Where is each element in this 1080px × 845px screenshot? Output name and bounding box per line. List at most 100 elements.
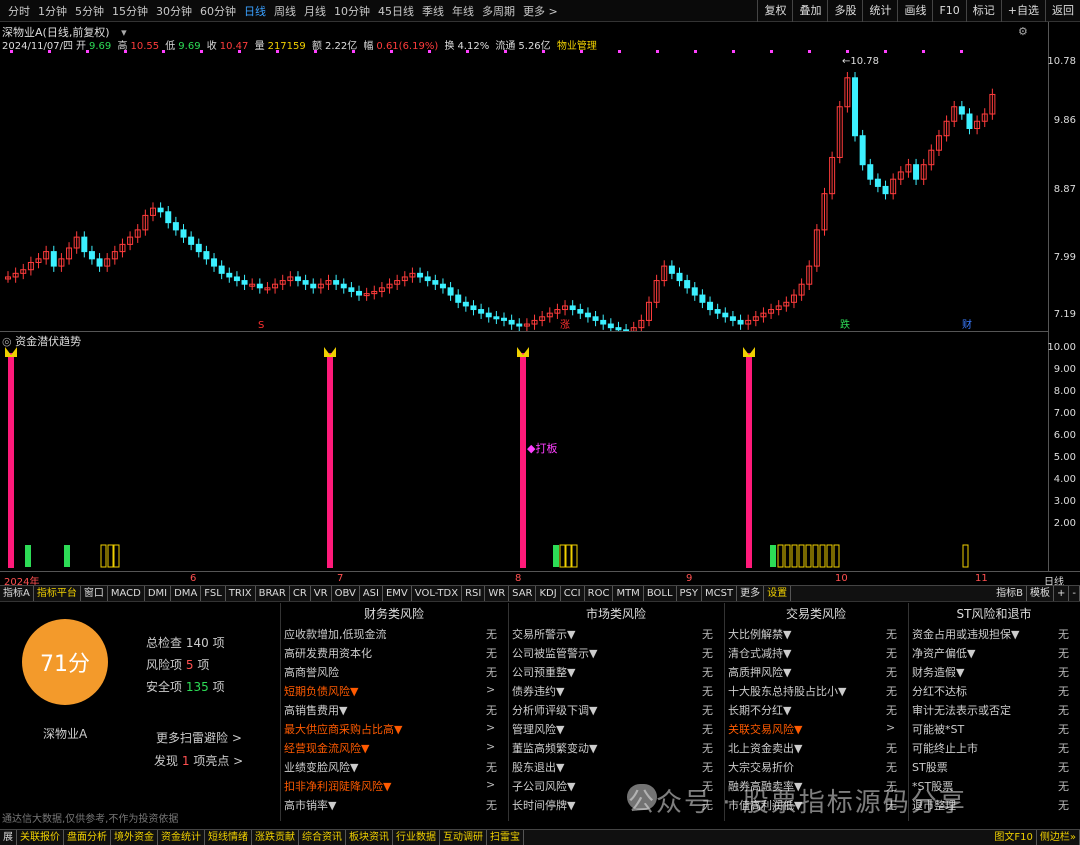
period-tab[interactable]: 15分钟: [108, 3, 152, 19]
indicator-tab[interactable]: CR: [290, 586, 311, 601]
risk-item[interactable]: 扣非净利润陡降风险▼: [284, 778, 391, 794]
toolbar-button[interactable]: 画线: [897, 0, 932, 22]
risk-item[interactable]: 董监高频繁变动▼: [512, 740, 597, 756]
indicator-tab[interactable]: MCST: [702, 586, 738, 601]
candlestick-chart[interactable]: ←10.78←7.18S涨跌财: [0, 50, 1048, 332]
indicator-tab[interactable]: 指标平台: [34, 586, 81, 601]
risk-item[interactable]: 可能终止上市: [912, 740, 978, 756]
indicator-tab[interactable]: PSY: [677, 586, 703, 601]
period-tab[interactable]: 周线: [270, 3, 300, 19]
risk-item[interactable]: 高销售费用▼: [284, 702, 347, 718]
indicator-tab[interactable]: MACD: [108, 586, 145, 601]
more-risk-link[interactable]: 更多扫雷避险 >: [156, 729, 242, 746]
risk-item[interactable]: 公司被监管警示▼: [512, 645, 597, 661]
risk-item[interactable]: 高质押风险▼: [728, 664, 791, 680]
bottom-tab[interactable]: 涨跌贡献: [252, 830, 299, 845]
indicator-tab[interactable]: 更多: [737, 586, 765, 601]
period-tab[interactable]: 30分钟: [152, 3, 196, 19]
bottom-tab[interactable]: 境外资金: [111, 830, 158, 845]
risk-item[interactable]: 分析师评级下调▼: [512, 702, 597, 718]
period-tab[interactable]: 10分钟: [330, 3, 374, 19]
indicator-tab[interactable]: ASI: [360, 586, 383, 601]
indicator-tab[interactable]: KDJ: [536, 586, 561, 601]
bottom-tab[interactable]: 扫雷宝: [487, 830, 524, 845]
risk-item[interactable]: 交易所警示▼: [512, 626, 575, 642]
risk-item[interactable]: 管理风险▼: [512, 721, 564, 737]
indicator-tab[interactable]: FSL: [201, 586, 226, 601]
bottom-tab[interactable]: 行业数据: [393, 830, 440, 845]
indicator-tab[interactable]: VOL-TDX: [412, 586, 463, 601]
risk-item[interactable]: 业绩变脸风险▼: [284, 759, 358, 775]
risk-item[interactable]: 股东退出▼: [512, 759, 564, 775]
indicator-tab[interactable]: 指标A: [0, 586, 34, 601]
bottom-tab[interactable]: 板块资讯: [346, 830, 393, 845]
toolbar-button[interactable]: +自选: [1000, 0, 1045, 22]
indicator-tab[interactable]: WR: [485, 586, 510, 601]
indicator-tab[interactable]: BOLL: [644, 586, 677, 601]
risk-item[interactable]: 债券违约▼: [512, 683, 564, 699]
indicator-tab-right[interactable]: -: [1069, 586, 1080, 601]
indicator-tab[interactable]: 设置: [764, 586, 792, 601]
bottom-tab[interactable]: 资金统计: [158, 830, 205, 845]
toolbar-button[interactable]: 标记: [965, 0, 1001, 22]
indicator-tab-right[interactable]: +: [1054, 586, 1070, 601]
risk-item[interactable]: 分红不达标: [912, 683, 967, 699]
risk-item[interactable]: 十大股东总持股占比小▼: [728, 683, 846, 699]
period-tab[interactable]: 分时: [4, 3, 34, 19]
indicator-tab[interactable]: DMI: [145, 586, 172, 601]
period-tab[interactable]: 5分钟: [71, 3, 108, 19]
bottom-tab[interactable]: 综合资讯: [299, 830, 346, 845]
highlight-link[interactable]: 发现 1 项亮点 >: [154, 752, 243, 769]
indicator-chart[interactable]: ◆打板: [0, 345, 1048, 570]
indicator-tab[interactable]: 窗口: [81, 586, 108, 601]
indicator-tab-right[interactable]: 模板: [1027, 586, 1054, 601]
indicator-tab[interactable]: SAR: [509, 586, 537, 601]
period-tab[interactable]: 季线: [418, 3, 448, 19]
risk-item[interactable]: 大比例解禁▼: [728, 626, 791, 642]
risk-item[interactable]: 高商誉风险: [284, 664, 339, 680]
risk-item[interactable]: 高市销率▼: [284, 797, 336, 813]
risk-item[interactable]: 财务造假▼: [912, 664, 964, 680]
toolbar-button[interactable]: 多股: [827, 0, 862, 22]
toolbar-button[interactable]: 返回: [1045, 0, 1080, 22]
risk-item[interactable]: ST股票: [912, 759, 948, 775]
toolbar-button[interactable]: F10: [932, 0, 965, 22]
indicator-tab[interactable]: VR: [311, 586, 332, 601]
chart-settings-icon[interactable]: ⚙: [1018, 25, 1028, 38]
risk-item[interactable]: 北上资金卖出▼: [728, 740, 802, 756]
bottom-tab[interactable]: 互动调研: [440, 830, 487, 845]
indicator-tab[interactable]: TRIX: [226, 586, 256, 601]
period-tab[interactable]: 月线: [300, 3, 330, 19]
risk-item[interactable]: 大宗交易折价: [728, 759, 794, 775]
indicator-tab[interactable]: OBV: [332, 586, 360, 601]
risk-item[interactable]: 资金占用或违规担保▼: [912, 626, 1019, 642]
toolbar-button[interactable]: 叠加: [792, 0, 827, 22]
risk-item[interactable]: 公司预重整▼: [512, 664, 575, 680]
risk-item[interactable]: 最大供应商采购占比高▼: [284, 721, 402, 737]
risk-item[interactable]: 应收款增加,低现金流: [284, 626, 387, 642]
risk-item[interactable]: 高研发费用资本化: [284, 645, 372, 661]
period-tab[interactable]: 更多 >: [519, 3, 562, 19]
bottom-tab-right[interactable]: 侧边栏»: [1037, 830, 1080, 845]
indicator-tab[interactable]: RSI: [462, 586, 486, 601]
risk-item[interactable]: 可能被*ST: [912, 721, 964, 737]
period-tab[interactable]: 45日线: [374, 3, 418, 19]
risk-item[interactable]: 清仓式减持▼: [728, 645, 791, 661]
period-tab[interactable]: 多周期: [478, 3, 519, 19]
indicator-tab[interactable]: ROC: [585, 586, 614, 601]
indicator-tab-right[interactable]: 指标B: [993, 586, 1027, 601]
indicator-tab[interactable]: CCI: [561, 586, 585, 601]
risk-item[interactable]: 净资产偏低▼: [912, 645, 975, 661]
toolbar-button[interactable]: 统计: [862, 0, 897, 22]
risk-item[interactable]: 经营现金流风险▼: [284, 740, 369, 756]
bottom-tab[interactable]: 展: [0, 830, 17, 845]
bottom-tab-right[interactable]: 图文F10: [991, 830, 1037, 845]
risk-item[interactable]: 长时间停牌▼: [512, 797, 575, 813]
period-tab[interactable]: 年线: [448, 3, 478, 19]
period-tab[interactable]: 60分钟: [196, 3, 240, 19]
risk-item[interactable]: 关联交易风险▼: [728, 721, 802, 737]
indicator-tab[interactable]: EMV: [383, 586, 412, 601]
indicator-tab[interactable]: BRAR: [256, 586, 290, 601]
toolbar-button[interactable]: 复权: [757, 0, 792, 22]
risk-item[interactable]: 短期负债风险▼: [284, 683, 358, 699]
